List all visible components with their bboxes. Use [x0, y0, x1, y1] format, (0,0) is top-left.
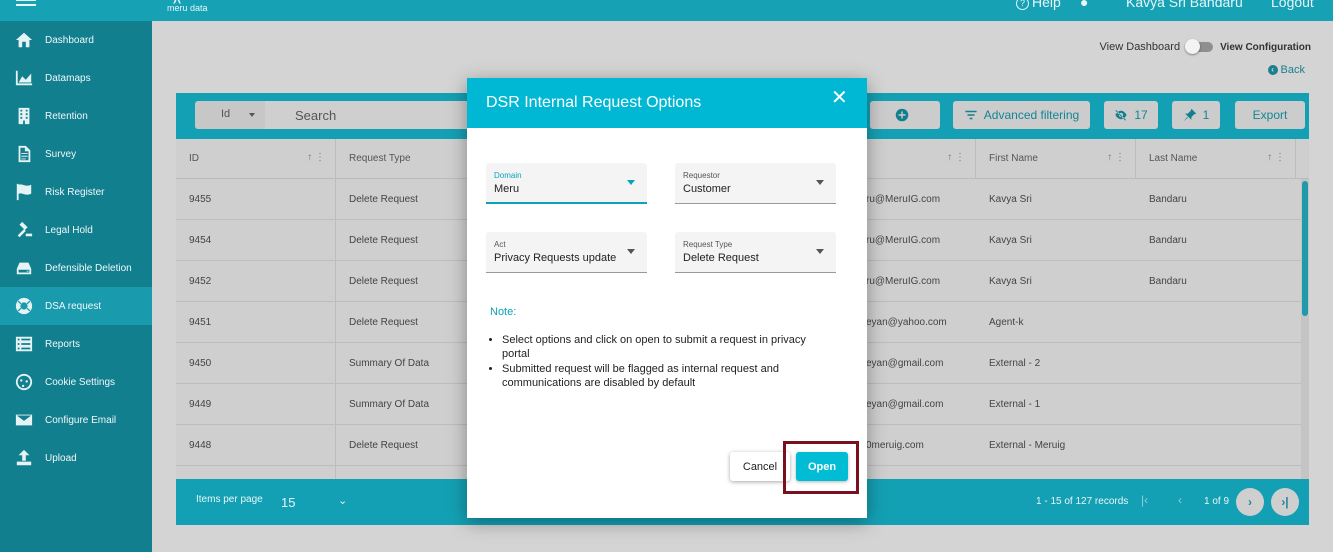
chevron-down-icon — [627, 180, 635, 185]
chevron-down-icon — [627, 249, 635, 254]
requestor-select[interactable]: Requestor Customer — [675, 163, 836, 204]
domain-label: Domain — [494, 171, 522, 180]
domain-select[interactable]: Domain Meru — [486, 163, 647, 204]
dialog-header: DSR Internal Request Options ✕ — [467, 78, 867, 128]
chevron-down-icon — [816, 249, 824, 254]
cancel-button[interactable]: Cancel — [730, 452, 790, 481]
dsr-internal-request-dialog: DSR Internal Request Options ✕ Domain Me… — [467, 78, 867, 518]
domain-value: Meru — [494, 183, 520, 195]
chevron-down-icon — [816, 180, 824, 185]
note-title: Note: — [490, 306, 517, 318]
requestor-value: Customer — [683, 183, 731, 195]
note-item: Submitted request will be flagged as int… — [502, 362, 822, 390]
request-type-value: Delete Request — [683, 252, 759, 264]
act-select[interactable]: Act Privacy Requests update — [486, 232, 647, 273]
note-item: Select options and click on open to subm… — [502, 333, 822, 361]
request-type-select[interactable]: Request Type Delete Request — [675, 232, 836, 273]
dialog-title: DSR Internal Request Options — [486, 94, 702, 111]
note-list: Select options and click on open to subm… — [502, 333, 822, 391]
act-value: Privacy Requests update — [494, 252, 617, 264]
close-icon[interactable]: ✕ — [831, 88, 848, 108]
requestor-label: Requestor — [683, 171, 720, 180]
open-button[interactable]: Open — [796, 452, 848, 481]
request-type-label: Request Type — [683, 240, 733, 249]
act-label: Act — [494, 240, 506, 249]
